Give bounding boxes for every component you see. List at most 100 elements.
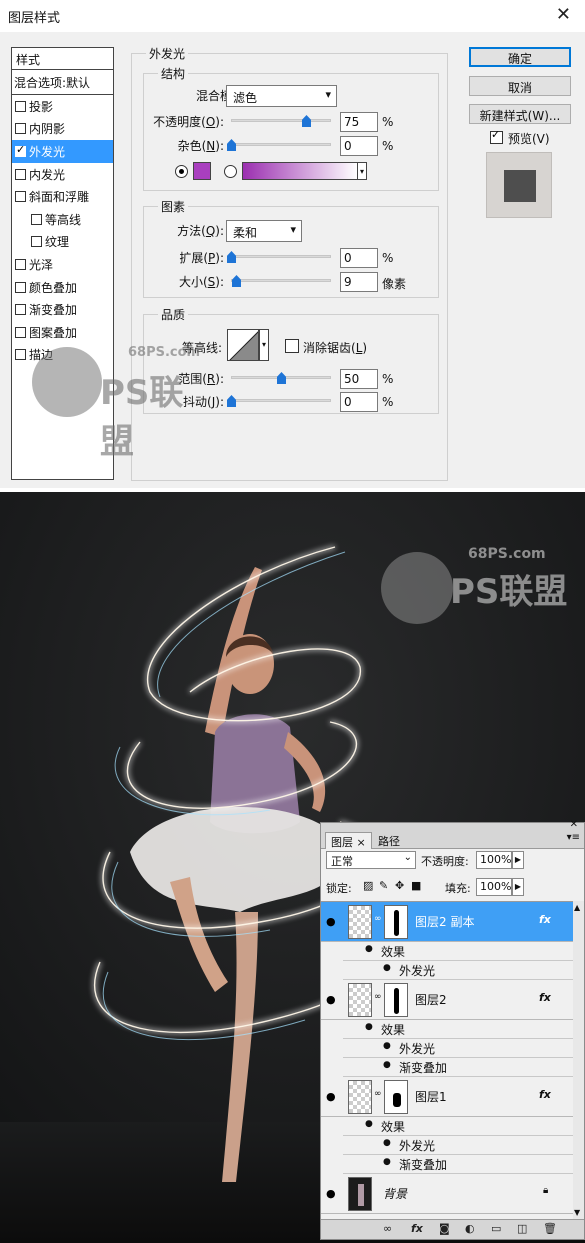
panel-close-icon[interactable]: ✕ bbox=[570, 819, 578, 830]
antialias-checkbox[interactable] bbox=[285, 339, 299, 353]
opacity-arrow-icon[interactable]: ▶ bbox=[512, 851, 524, 869]
fx-icon[interactable]: fx bbox=[539, 991, 551, 1004]
adjustment-layer-icon[interactable]: ◐ bbox=[465, 1222, 475, 1235]
cancel-button[interactable]: 取消 bbox=[469, 76, 571, 96]
size-slider-thumb[interactable] bbox=[232, 275, 241, 287]
style-checkbox[interactable] bbox=[15, 100, 26, 112]
lock-paint-icon[interactable]: ✎ bbox=[379, 879, 388, 892]
gradient-dropdown[interactable]: ▾ bbox=[357, 162, 367, 180]
lock-move-icon[interactable]: ✥ bbox=[395, 879, 404, 892]
fx-icon[interactable]: fx bbox=[539, 913, 551, 926]
color-radio[interactable] bbox=[175, 165, 188, 178]
style-checkbox[interactable] bbox=[15, 143, 26, 157]
layer-row-layer2-copy[interactable]: ● ∞ 图层2 副本 fx bbox=[321, 902, 573, 942]
style-checkbox[interactable] bbox=[15, 258, 26, 270]
method-select[interactable]: 柔和 ▾ bbox=[226, 220, 302, 242]
style-checkbox[interactable] bbox=[15, 349, 26, 361]
opacity-slider-track[interactable] bbox=[231, 119, 331, 122]
noise-input[interactable]: 0 bbox=[340, 136, 378, 156]
trash-icon[interactable]: 🗑︎ bbox=[543, 1222, 557, 1235]
contour-preview[interactable] bbox=[227, 329, 259, 361]
add-style-icon[interactable]: fx bbox=[411, 1222, 423, 1235]
range-slider-thumb[interactable] bbox=[277, 372, 286, 384]
preview-checkbox[interactable] bbox=[490, 128, 503, 144]
add-mask-icon[interactable]: ◙ bbox=[439, 1222, 450, 1235]
close-icon[interactable]: ✕ bbox=[556, 4, 571, 25]
style-item[interactable]: 纹理 bbox=[12, 231, 113, 254]
fill-input[interactable]: 100% bbox=[476, 878, 512, 896]
new-group-icon[interactable]: ▭ bbox=[491, 1222, 501, 1235]
gradient-swatch[interactable] bbox=[242, 162, 358, 180]
new-style-button[interactable]: 新建样式(W)... bbox=[469, 104, 571, 124]
style-checkbox[interactable] bbox=[15, 281, 26, 293]
layer-row-background[interactable]: ● 背景 🔒︎ bbox=[321, 1174, 573, 1214]
color-swatch[interactable] bbox=[193, 162, 211, 180]
contour-dropdown[interactable]: ▾ bbox=[259, 329, 269, 361]
noise-slider-thumb[interactable] bbox=[227, 139, 236, 151]
eye-icon[interactable]: ● bbox=[326, 1187, 336, 1200]
eye-icon[interactable]: ● bbox=[326, 993, 336, 1006]
style-item[interactable]: 渐变叠加 bbox=[12, 298, 113, 321]
fill-arrow-icon[interactable]: ▶ bbox=[512, 878, 524, 896]
blend-mode-select[interactable]: 滤色 ▾ bbox=[226, 85, 337, 107]
style-item[interactable]: 描边 bbox=[12, 344, 113, 367]
effects-row[interactable]: ● 效果 bbox=[343, 1117, 573, 1136]
style-checkbox[interactable] bbox=[15, 191, 26, 203]
style-item[interactable]: 等高线 bbox=[12, 208, 113, 231]
style-item[interactable]: 图案叠加 bbox=[12, 321, 113, 344]
opacity-slider-thumb[interactable] bbox=[302, 115, 311, 127]
size-input[interactable]: 9 bbox=[340, 272, 378, 292]
effect-gradient-overlay[interactable]: ● 渐变叠加 bbox=[343, 1155, 573, 1174]
noise-slider-track[interactable] bbox=[231, 143, 331, 146]
style-item[interactable]: 投影 bbox=[12, 95, 113, 118]
jitter-slider-track[interactable] bbox=[231, 399, 331, 402]
style-item[interactable]: 内发光 bbox=[12, 163, 113, 186]
layer-opacity-input[interactable]: 100% bbox=[476, 851, 512, 869]
gradient-radio[interactable] bbox=[224, 165, 237, 178]
spread-slider-track[interactable] bbox=[231, 255, 331, 258]
tab-layers[interactable]: 图层 × bbox=[325, 832, 372, 849]
style-item[interactable]: 斜面和浮雕 bbox=[12, 185, 113, 208]
layer-mask-thumbnail[interactable] bbox=[384, 905, 408, 939]
layer-mask-thumbnail[interactable] bbox=[384, 1080, 408, 1114]
spread-input[interactable]: 0 bbox=[340, 248, 378, 268]
size-slider-track[interactable] bbox=[231, 279, 331, 282]
jitter-input[interactable]: 0 bbox=[340, 392, 378, 412]
new-layer-icon[interactable]: ◫ bbox=[517, 1222, 527, 1235]
effects-row[interactable]: ● 效果 bbox=[343, 1020, 573, 1039]
range-input[interactable]: 50 bbox=[340, 369, 378, 389]
style-checkbox[interactable] bbox=[15, 304, 26, 316]
layer-mask-thumbnail[interactable] bbox=[384, 983, 408, 1017]
layer-blend-select[interactable]: 正常 ⌄ bbox=[326, 851, 416, 869]
spread-slider-thumb[interactable] bbox=[227, 251, 236, 263]
style-item[interactable]: 颜色叠加 bbox=[12, 276, 113, 299]
layer-row-layer1[interactable]: ● ∞ 图层1 fx bbox=[321, 1077, 573, 1117]
ok-button[interactable]: 确定 bbox=[469, 47, 571, 67]
style-checkbox[interactable] bbox=[31, 213, 42, 225]
fx-icon[interactable]: fx bbox=[539, 1088, 551, 1101]
layers-scrollbar[interactable]: ▲ ▼ bbox=[573, 901, 584, 1219]
style-checkbox[interactable] bbox=[15, 326, 26, 338]
layer-row-layer2[interactable]: ● ∞ 图层2 fx bbox=[321, 980, 573, 1020]
effect-outer-glow[interactable]: ● 外发光 bbox=[343, 1039, 573, 1058]
style-checkbox[interactable] bbox=[15, 168, 26, 180]
style-checkbox[interactable] bbox=[31, 236, 42, 248]
effect-outer-glow[interactable]: ● 外发光 bbox=[343, 961, 573, 980]
panel-menu-icon[interactable]: ▾≡ bbox=[567, 832, 580, 843]
tab-paths[interactable]: 路径 bbox=[373, 832, 405, 849]
link-layers-icon[interactable]: ∞ bbox=[383, 1222, 392, 1235]
jitter-slider-thumb[interactable] bbox=[227, 395, 236, 407]
effect-outer-glow[interactable]: ● 外发光 bbox=[343, 1136, 573, 1155]
styles-header[interactable]: 样式 bbox=[12, 48, 113, 70]
style-item[interactable]: 内阴影 bbox=[12, 118, 113, 141]
style-item[interactable]: 外发光 bbox=[12, 140, 113, 163]
style-item[interactable]: 光泽 bbox=[12, 253, 113, 276]
blend-options-item[interactable]: 混合选项:默认 bbox=[12, 70, 113, 95]
effect-gradient-overlay[interactable]: ● 渐变叠加 bbox=[343, 1058, 573, 1077]
effects-row[interactable]: ● 效果 bbox=[343, 942, 573, 961]
eye-icon[interactable]: ● bbox=[326, 915, 336, 928]
style-checkbox[interactable] bbox=[15, 123, 26, 135]
opacity-input[interactable]: 75 bbox=[340, 112, 378, 132]
lock-all-icon[interactable]: ■ bbox=[411, 879, 421, 892]
lock-transparency-icon[interactable]: ▨ bbox=[363, 879, 373, 892]
